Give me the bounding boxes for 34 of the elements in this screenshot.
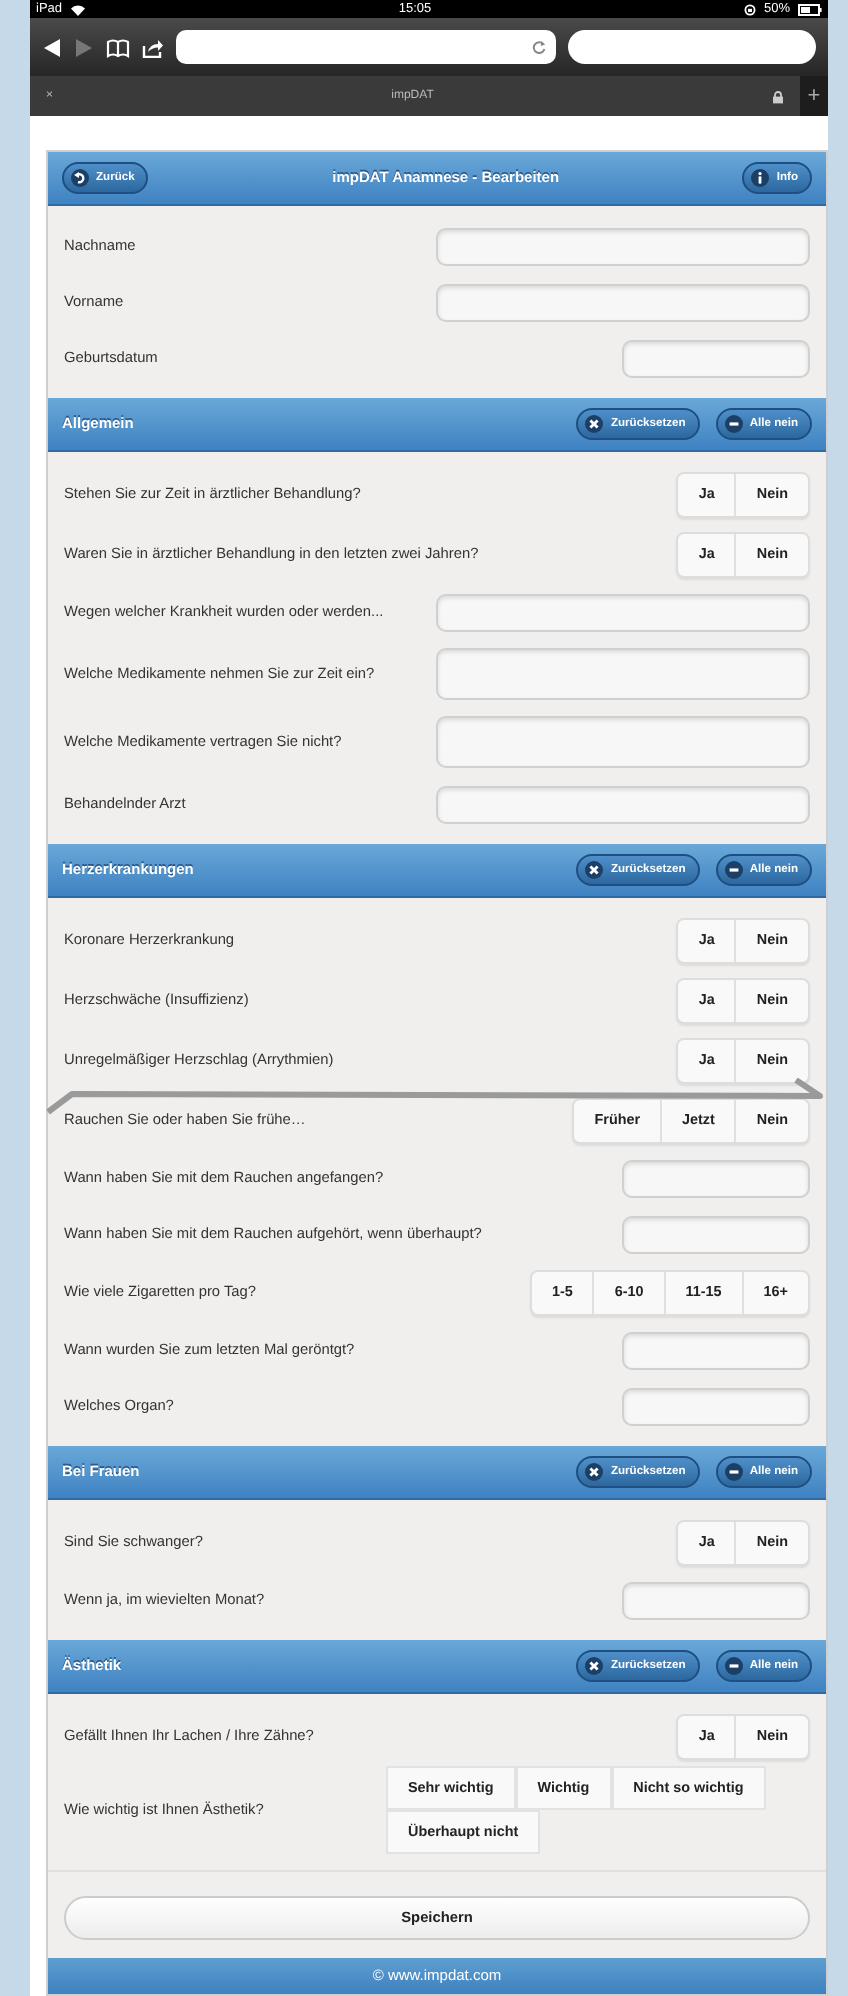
- share-icon[interactable]: [142, 37, 164, 57]
- info-icon: [750, 168, 771, 188]
- minus-icon: [723, 414, 744, 434]
- text-area[interactable]: [436, 716, 810, 768]
- close-icon: [584, 414, 605, 434]
- address-field[interactable]: [176, 30, 556, 64]
- search-field[interactable]: [568, 30, 816, 64]
- close-icon: [584, 860, 605, 880]
- back-icon: [70, 168, 90, 188]
- close-icon: [584, 1462, 605, 1482]
- back-icon[interactable]: [42, 37, 62, 57]
- input-field[interactable]: [436, 227, 810, 265]
- input-field[interactable]: [622, 339, 810, 377]
- minus-icon: [723, 1656, 744, 1676]
- input-field[interactable]: [622, 1387, 810, 1425]
- minus-icon: [723, 860, 744, 880]
- battery-icon: [798, 3, 822, 15]
- minus-icon: [723, 1462, 744, 1482]
- book-icon[interactable]: [106, 37, 130, 57]
- input-field[interactable]: [622, 1581, 810, 1619]
- input-field[interactable]: [622, 1331, 810, 1369]
- input-field[interactable]: [436, 283, 810, 321]
- rotation-lock-icon: [743, 3, 756, 15]
- text-area[interactable]: [436, 648, 810, 700]
- input-field[interactable]: [436, 593, 810, 631]
- input-field[interactable]: [436, 785, 810, 823]
- new-tab-button[interactable]: +: [800, 76, 828, 116]
- lock-icon: [772, 89, 784, 103]
- reload-icon[interactable]: [532, 40, 546, 54]
- wifi-icon: [70, 3, 87, 15]
- input-field[interactable]: [622, 1159, 810, 1197]
- close-icon: [584, 1656, 605, 1676]
- input-field[interactable]: [622, 1215, 810, 1253]
- forward-icon[interactable]: [74, 37, 94, 57]
